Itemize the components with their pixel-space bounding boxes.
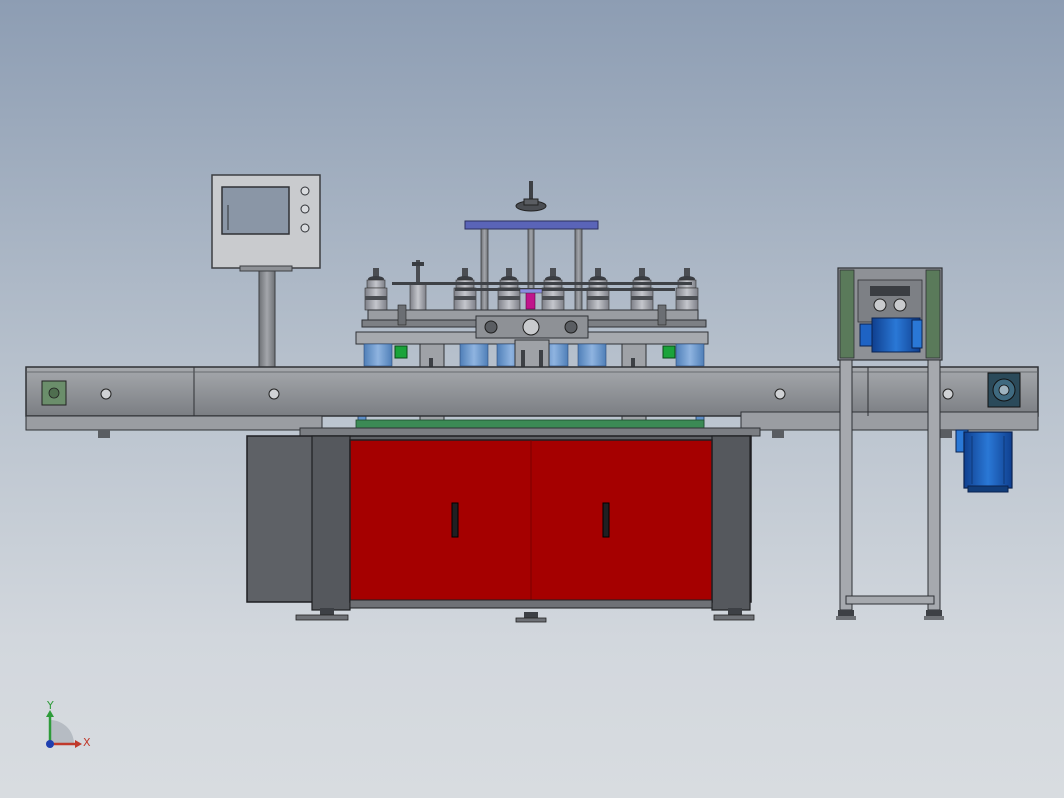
frame-bolt [942,388,954,400]
frame-bolt [774,388,786,400]
hmi-screen [221,186,290,235]
top-plate [464,220,599,230]
capping-head [675,268,699,311]
conveyor-belt [355,419,705,429]
bottle [459,343,489,367]
side-module [836,267,944,620]
x-axis-label: X [83,736,91,749]
frame-bolt [268,388,280,400]
cabinet [246,435,755,623]
indicator-light [394,345,408,359]
z-axis-dot [46,740,54,748]
conveyor-motor-body [963,431,1013,489]
indicator-light [662,345,676,359]
cad-viewport[interactable]: X Y [0,0,1064,798]
capping-head [364,268,388,311]
door-handle [602,502,610,538]
hmi-panel [211,174,321,369]
hmi-post [258,267,276,369]
conveyor-motor [955,429,1013,493]
y-axis-label: Y [47,699,54,712]
bottle [363,343,393,367]
bottle [577,343,607,367]
conveyor [25,366,1039,438]
door-handle [451,502,459,538]
hmi-button [300,223,310,233]
hmi-button [300,186,310,196]
frame-bolt [100,388,112,400]
conveyor-rail [25,366,1039,417]
machine-drawing [25,174,1039,748]
hmi-button [300,204,310,214]
head-frame [355,304,709,345]
coordinate-triad [46,710,82,748]
magenta-part [525,290,536,310]
bottle [675,343,705,367]
